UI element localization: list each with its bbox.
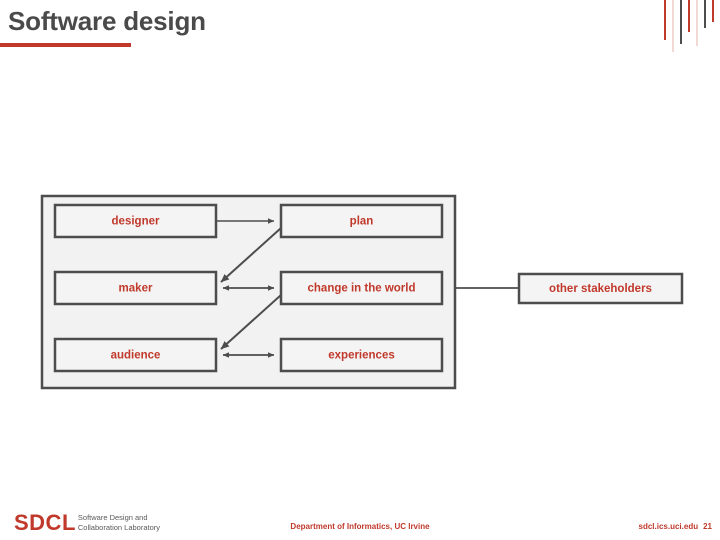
node-label-experiences: experiences <box>328 350 395 362</box>
node-box-stakeholders <box>517 272 684 305</box>
decoration-line-3 <box>680 0 682 44</box>
node-box-experiences <box>279 337 444 373</box>
footer-page-number: 21 <box>703 522 712 531</box>
node-box-designer <box>53 203 218 239</box>
node-label-stakeholders: other stakeholders <box>549 283 652 295</box>
node-audience[interactable]: audience <box>53 337 218 373</box>
node-label-maker: maker <box>119 283 153 295</box>
node-designer[interactable]: designer <box>53 203 218 239</box>
node-experiences[interactable]: experiences <box>279 337 444 373</box>
node-label-change: change in the world <box>308 283 416 295</box>
node-label-audience: audience <box>111 350 161 362</box>
sdcl-name-line1: Software Design and <box>77 513 148 523</box>
footer-site-url: sdcl.ics.uci.edu <box>638 522 699 531</box>
decoration-line-5 <box>696 0 698 46</box>
footer-department-text: Department of Informatics, UC Irvine <box>290 522 430 531</box>
diagram-container-box <box>40 194 457 390</box>
edge-plan-to-maker <box>220 227 282 283</box>
node-stakeholders[interactable]: other stakeholders <box>517 272 684 305</box>
decoration-line-4 <box>688 0 690 32</box>
page-title: Software design <box>8 6 206 36</box>
diagram-nodes: designer plan maker change in the world audi… <box>53 203 684 373</box>
corner-decoration <box>662 0 720 52</box>
node-change[interactable]: change in the world <box>279 270 444 306</box>
title-underline-rule <box>0 43 131 47</box>
software-design-diagram: designer plan maker change in the world audi… <box>0 0 720 540</box>
slide-footer: SDCL Software Design and Collaboration L… <box>0 496 720 540</box>
decoration-line-2 <box>672 0 674 52</box>
diagram-edges <box>216 218 519 358</box>
node-plan[interactable]: plan <box>279 203 444 239</box>
edge-change-to-audience <box>220 294 282 350</box>
node-label-designer: designer <box>112 216 160 228</box>
decoration-line-6 <box>704 0 706 28</box>
node-maker[interactable]: maker <box>53 270 218 306</box>
decoration-line-7 <box>712 0 714 22</box>
node-box-plan <box>279 203 444 239</box>
decoration-line-1 <box>664 0 666 40</box>
node-label-plan: plan <box>350 216 374 228</box>
footer-right-group: sdcl.ics.uci.edu 21 <box>639 522 712 531</box>
node-box-maker <box>53 270 218 306</box>
node-box-change <box>279 270 444 306</box>
node-box-audience <box>53 337 218 373</box>
